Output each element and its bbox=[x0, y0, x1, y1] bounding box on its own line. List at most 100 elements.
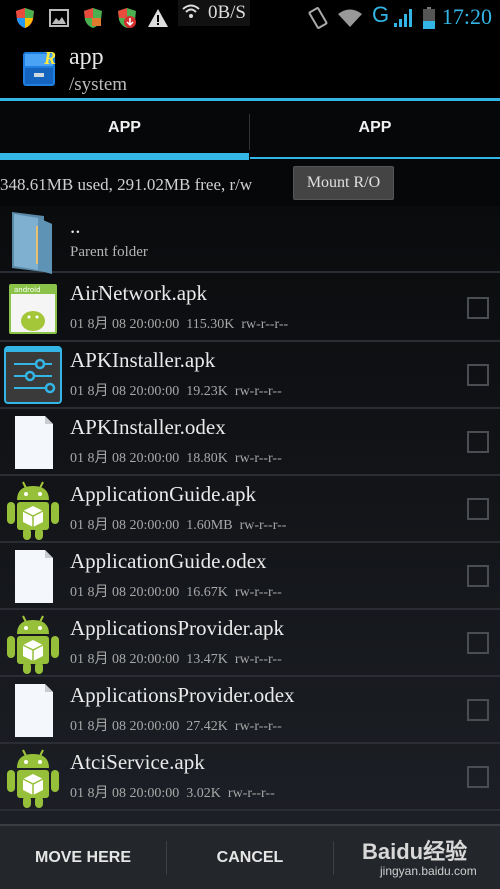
wifi-small-icon bbox=[182, 4, 200, 23]
action-bar: R app /system bbox=[0, 36, 500, 99]
clock: 17:20 bbox=[441, 4, 492, 29]
file-name: ApplicationsProvider.odex bbox=[70, 683, 295, 707]
file-date: 01 8月 08 20:00:00 bbox=[70, 451, 180, 466]
file-select-checkbox[interactable] bbox=[467, 431, 489, 453]
tab-app-2[interactable]: APP bbox=[250, 101, 500, 160]
file-name: ApplicationsProvider.apk bbox=[70, 616, 285, 640]
file-permissions: rw-r--r-- bbox=[239, 518, 287, 533]
file-permissions: rw-r--r-- bbox=[234, 585, 282, 600]
file-name: ApplicationGuide.apk bbox=[70, 482, 257, 506]
file-date: 01 8月 08 20:00:00 bbox=[70, 518, 180, 533]
file-list: .. Parent folder android AirNetwork.apk … bbox=[0, 206, 500, 824]
file-size: 16.67K bbox=[186, 585, 228, 600]
file-date: 01 8月 08 20:00:00 bbox=[70, 317, 180, 332]
root-explorer-icon[interactable]: R bbox=[20, 46, 60, 88]
file-size: 1.60MB bbox=[186, 518, 233, 533]
file-name: AtciService.apk bbox=[70, 750, 205, 774]
shield-download-icon bbox=[116, 0, 138, 36]
file-row[interactable]: APKInstaller.odex 01 8月 08 20:00:00 18.80… bbox=[0, 409, 500, 476]
net-speed-text: 0B/S bbox=[207, 2, 246, 23]
file-select-checkbox[interactable] bbox=[467, 699, 489, 721]
file-date: 01 8月 08 20:00:00 bbox=[70, 585, 180, 600]
file-row[interactable]: ApplicationsProvider.apk 01 8月 08 20:00:… bbox=[0, 610, 500, 677]
file-name: .. bbox=[70, 214, 81, 238]
file-meta: 01 8月 08 20:00:00 27.42K rw-r--r-- bbox=[70, 715, 289, 735]
file-meta: 01 8月 08 20:00:00 13.47K rw-r--r-- bbox=[70, 648, 289, 668]
tab-underline bbox=[250, 157, 500, 159]
warning-icon bbox=[146, 0, 170, 36]
file-meta: 01 8月 08 20:00:00 18.80K rw-r--r-- bbox=[70, 447, 289, 467]
file-select-checkbox[interactable] bbox=[467, 632, 489, 654]
signal-icon bbox=[392, 0, 416, 36]
file-permissions: rw-r--r-- bbox=[234, 451, 282, 466]
tab-app-1[interactable]: APP bbox=[0, 101, 249, 160]
file-date: 01 8月 08 20:00:00 bbox=[70, 652, 180, 667]
settings-sliders-icon bbox=[4, 346, 62, 404]
file-select-checkbox[interactable] bbox=[467, 498, 489, 520]
android-package-icon bbox=[4, 748, 62, 808]
page-title: app bbox=[69, 44, 104, 70]
status-bar: 0B/S G 17:20 bbox=[0, 0, 500, 36]
active-tab-indicator bbox=[0, 153, 249, 160]
file-size: 19.23K bbox=[186, 384, 228, 399]
file-select-checkbox[interactable] bbox=[467, 565, 489, 587]
file-name: AirNetwork.apk bbox=[70, 281, 208, 305]
file-select-checkbox[interactable] bbox=[467, 364, 489, 386]
file-permissions: rw-r--r-- bbox=[241, 317, 289, 332]
image-icon bbox=[48, 0, 70, 36]
storage-usage-text: 348.61MB used, 291.02MB free, r/w bbox=[0, 175, 253, 194]
file-name: ApplicationGuide.odex bbox=[70, 549, 267, 573]
file-permissions: rw-r--r-- bbox=[234, 719, 282, 734]
mount-ro-button[interactable]: Mount R/O bbox=[293, 166, 394, 200]
baidu-watermark: Baidu经验 jingyan.baidu.com bbox=[362, 834, 482, 884]
file-permissions: rw-r--r-- bbox=[227, 786, 275, 801]
folder-icon bbox=[4, 210, 62, 274]
battery-icon bbox=[421, 0, 437, 36]
file-row[interactable]: APKInstaller.apk 01 8月 08 20:00:00 19.23K… bbox=[0, 342, 500, 409]
watermark-url: jingyan.baidu.com bbox=[380, 864, 477, 878]
tab-label: APP bbox=[358, 118, 392, 136]
button-divider bbox=[333, 841, 334, 875]
file-meta: 01 8月 08 20:00:00 3.02K rw-r--r-- bbox=[70, 782, 282, 802]
shield-icon bbox=[14, 0, 36, 36]
bottom-action-bar: MOVE HERE CANCEL Baidu经验 jingyan.baidu.c… bbox=[0, 824, 500, 889]
svg-text:R: R bbox=[43, 48, 56, 68]
file-row[interactable]: ApplicationGuide.odex 01 8月 08 20:00:00 1… bbox=[0, 543, 500, 610]
watermark-brand: Baidu经验 bbox=[362, 839, 468, 864]
storage-info-row: 348.61MB used, 291.02MB free, r/w Mount … bbox=[0, 160, 500, 206]
file-name: APKInstaller.odex bbox=[70, 415, 226, 439]
tab-label: APP bbox=[108, 118, 141, 136]
file-date: 01 8月 08 20:00:00 bbox=[70, 719, 180, 734]
file-row[interactable]: ApplicationGuide.apk 01 8月 08 20:00:00 1.… bbox=[0, 476, 500, 543]
file-size: 27.42K bbox=[186, 719, 228, 734]
cancel-button[interactable]: CANCEL bbox=[167, 826, 333, 889]
file-row[interactable]: ApplicationsProvider.odex 01 8月 08 20:00… bbox=[0, 677, 500, 744]
apk-generic-icon: android bbox=[4, 279, 62, 337]
file-row[interactable]: android AirNetwork.apk 01 8月 08 20:00:00… bbox=[0, 275, 500, 342]
file-date: 01 8月 08 20:00:00 bbox=[70, 384, 180, 399]
file-row[interactable]: AtciService.apk 01 8月 08 20:00:00 3.02K rw… bbox=[0, 744, 500, 811]
wifi-icon bbox=[337, 0, 363, 36]
blank-file-icon bbox=[4, 413, 62, 471]
file-meta: 01 8月 08 20:00:00 1.60MB rw-r--r-- bbox=[70, 514, 293, 534]
file-meta: Parent folder bbox=[70, 244, 148, 260]
android-package-icon bbox=[4, 480, 62, 540]
shield-lock-icon bbox=[82, 0, 104, 36]
file-size: 13.47K bbox=[186, 652, 228, 667]
blank-file-icon bbox=[4, 547, 62, 605]
file-select-checkbox[interactable] bbox=[467, 766, 489, 788]
file-size: 18.80K bbox=[186, 451, 228, 466]
file-select-checkbox[interactable] bbox=[467, 297, 489, 319]
file-date: 01 8月 08 20:00:00 bbox=[70, 786, 180, 801]
file-meta: 01 8月 08 20:00:00 16.67K rw-r--r-- bbox=[70, 581, 289, 601]
file-meta: 01 8月 08 20:00:00 115.30K rw-r--r-- bbox=[70, 313, 295, 333]
file-meta: 01 8月 08 20:00:00 19.23K rw-r--r-- bbox=[70, 380, 289, 400]
android-package-icon bbox=[4, 614, 62, 674]
file-size: 3.02K bbox=[186, 786, 221, 801]
vibrate-icon bbox=[306, 0, 330, 36]
file-permissions: rw-r--r-- bbox=[234, 384, 282, 399]
file-size: 115.30K bbox=[186, 317, 235, 332]
move-here-button[interactable]: MOVE HERE bbox=[0, 826, 166, 889]
parent-folder-row[interactable]: .. Parent folder bbox=[0, 206, 500, 274]
file-permissions: rw-r--r-- bbox=[234, 652, 282, 667]
